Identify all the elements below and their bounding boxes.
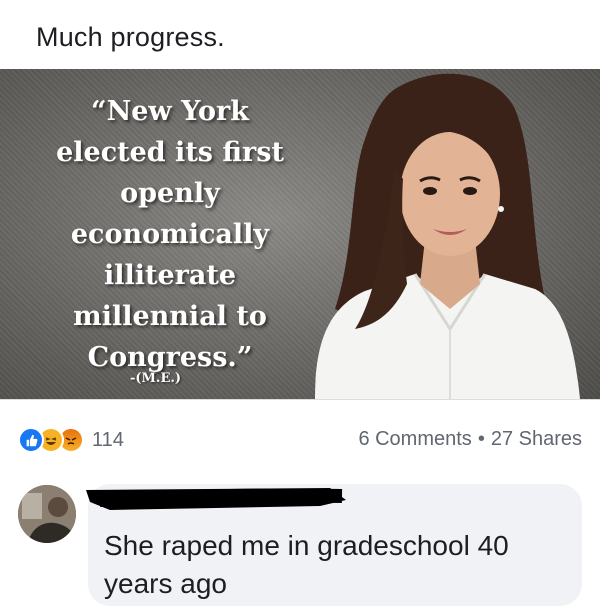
portrait-photo	[315, 73, 580, 399]
meme-image[interactable]: “New York elected its first openly econo…	[0, 69, 600, 399]
post-caption: Much progress.	[36, 22, 225, 52]
divider	[0, 399, 600, 400]
comments-link[interactable]: 6 Comments	[358, 428, 471, 451]
redaction-scribble	[86, 488, 346, 510]
quote-line: economically	[70, 219, 270, 250]
quote-line: elected its first	[56, 137, 284, 168]
avatar[interactable]	[18, 485, 76, 543]
stats-separator: •	[477, 428, 485, 450]
shares-link[interactable]: 27 Shares	[491, 428, 582, 451]
meme-quote: “New York elected its first openly econo…	[20, 91, 320, 378]
quote-line: “New York	[91, 96, 249, 127]
quote-line: openly	[120, 178, 220, 209]
post-stats: 6 Comments • 27 Shares	[358, 428, 582, 451]
like-icon	[18, 427, 44, 453]
comment-text: She raped me in gradeschool 40 years ago	[104, 530, 509, 599]
quote-line: illiterate	[103, 260, 237, 291]
reactions-summary[interactable]: 114	[18, 426, 124, 454]
meme-attribution: -(M.E.)	[130, 371, 182, 386]
reaction-count[interactable]: 114	[92, 429, 124, 452]
quote-line: millennial to	[73, 301, 267, 332]
